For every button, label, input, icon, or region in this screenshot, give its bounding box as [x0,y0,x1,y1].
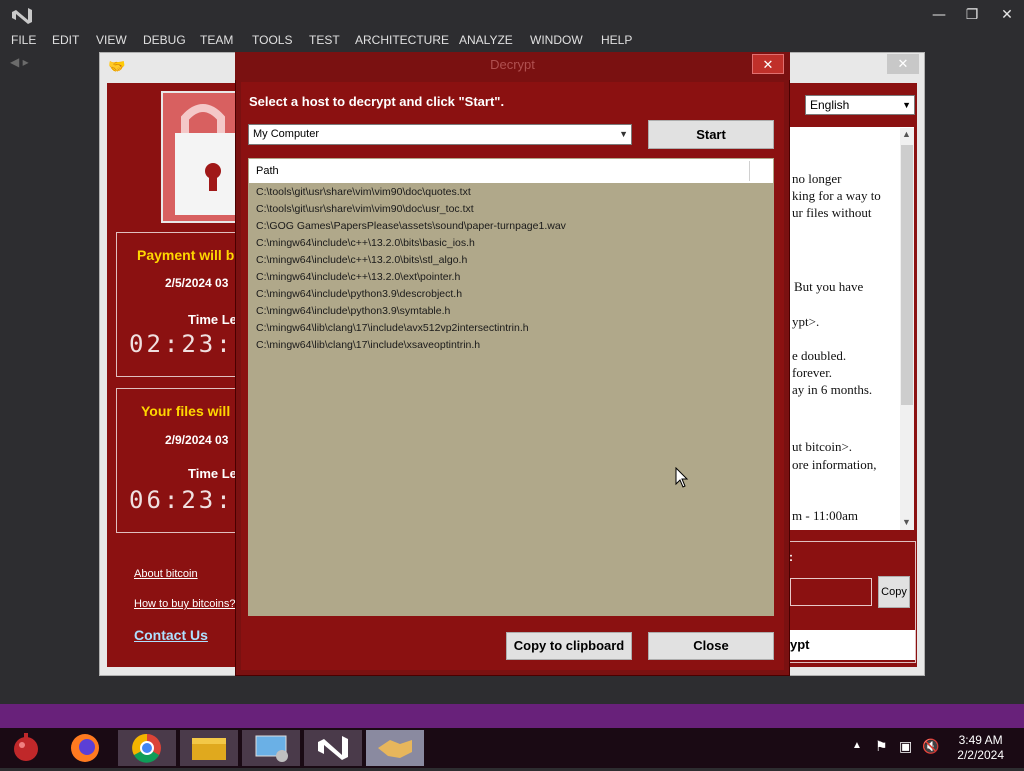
handshake-icon[interactable] [366,730,424,766]
message-line: ut bitcoin>. [792,439,853,454]
chrome-icon[interactable] [118,730,176,766]
time-left-label-2: Time Le [188,466,237,481]
files-title: Your files will [141,403,231,419]
vs-titlebar [0,0,1024,30]
message-line: m - 11:00am [792,508,858,523]
vs-statusbar [0,704,1024,728]
column-header-path[interactable]: Path [256,165,279,177]
list-header [249,159,773,183]
menu-test[interactable]: TEST [309,33,340,47]
file-row[interactable]: C:\GOG Games\PapersPlease\assets\sound\p… [256,220,566,232]
time-left-label: Time Le [188,312,237,327]
message-line: king for a way to [792,188,881,203]
control-panel-icon[interactable] [242,730,300,766]
contact-us-link[interactable]: Contact Us [134,627,208,643]
vs-toolbar: ◀ ▸ [10,55,100,75]
file-row[interactable]: C:\mingw64\include\c++\13.2.0\bits\stl_a… [256,254,467,266]
chevron-down-icon[interactable]: ▼ [902,517,911,527]
clock-date: 2/2/2024 [957,748,1004,762]
menu-help[interactable]: HELP [601,33,632,47]
files-countdown: 06:23:5 [129,486,252,514]
about-bitcoin-link[interactable]: About bitcoin [134,568,198,580]
file-row[interactable]: C:\mingw64\lib\clang\17\include\avx512vp… [256,322,529,334]
close-button[interactable]: Close [648,632,774,660]
scrollbar-thumb[interactable] [901,145,913,405]
bitcoin-address-field[interactable] [790,578,872,606]
message-line: ur files without [792,205,872,220]
flag-icon[interactable]: ⚑ [875,738,888,755]
volume-muted-icon[interactable]: 🔇 [922,738,939,755]
menu-edit[interactable]: EDIT [52,33,79,47]
dialog-close-button[interactable]: ✕ [752,54,784,74]
message-line: ypt>. [792,314,820,329]
chevron-up-icon[interactable]: ▲ [902,129,911,139]
chevron-up-icon[interactable]: ▲ [852,740,862,751]
payment-deadline: 2/5/2024 03 [165,276,229,290]
start-button[interactable]: Start [648,120,774,149]
language-value: English [810,98,850,112]
vs-menubar: FILE EDIT VIEW DEBUG TEAM TOOLS TEST ARC… [0,30,1024,52]
close-window-button[interactable]: ✕ [996,5,1018,25]
vs-logo-icon [12,8,32,24]
menu-window[interactable]: WINDOW [530,33,583,47]
lock-icon [161,91,245,223]
file-row[interactable]: C:\mingw64\include\python3.9\symtable.h [256,305,450,317]
restore-button[interactable]: ❐ [961,5,983,25]
visual-studio-icon[interactable] [304,730,362,766]
payment-title: Payment will b [137,247,235,263]
host-select[interactable]: My Computer ▼ [248,124,632,145]
file-row[interactable]: C:\mingw64\include\python3.9\descrobject… [256,288,462,300]
file-row[interactable]: C:\mingw64\include\c++\13.2.0\bits\basic… [256,237,475,249]
menu-debug[interactable]: DEBUG [143,33,186,47]
menu-team[interactable]: TEAM [200,33,233,47]
ransom-message: no longer king for a way to ur files wit… [790,127,914,530]
language-select[interactable]: English ▼ [805,95,915,115]
clock-time: 3:49 AM [958,733,1003,747]
decrypt-button[interactable]: ypt [790,630,915,660]
menu-view[interactable]: VIEW [96,33,127,47]
file-explorer-icon[interactable] [180,730,238,766]
minimize-button[interactable]: — [928,5,950,25]
ransom-close-button[interactable]: ✕ [887,54,919,74]
menu-tools[interactable]: TOOLS [252,33,292,47]
back-nav-icon[interactable]: ◀ [10,55,19,69]
dropdown-arrow-icon: ▼ [619,129,628,139]
dialog-title: Decrypt [490,57,535,72]
file-row[interactable]: C:\mingw64\include\c++\13.2.0\ext\pointe… [256,271,460,283]
message-line: e doubled. [792,348,847,363]
menu-analyze[interactable]: ANALYZE [459,33,513,47]
start-button[interactable] [0,730,52,766]
message-line: forever. [792,365,833,380]
forward-nav-icon[interactable]: ▸ [23,55,29,69]
handshake-icon: 🤝 [108,58,126,74]
taskbar: ▲ ⚑ ▣ 🔇 [0,728,1024,768]
menu-file[interactable]: FILE [11,33,36,47]
dropdown-arrow-icon: ▼ [902,100,911,110]
files-deadline: 2/9/2024 03 [165,433,229,447]
file-row[interactable]: C:\mingw64\lib\clang\17\include\xsaveopt… [256,339,480,351]
file-row[interactable]: C:\tools\git\usr\share\vim\vim90\doc\usr… [256,203,474,215]
how-to-buy-link[interactable]: How to buy bitcoins? [134,598,236,610]
message-line: ore information, [792,457,877,472]
dialog-instruction: Select a host to decrypt and click "Star… [249,94,505,109]
message-line: But you have [794,279,864,294]
host-value: My Computer [253,128,320,140]
copy-to-clipboard-button[interactable]: Copy to clipboard [506,632,632,660]
column-divider[interactable] [749,161,750,181]
message-line: ay in 6 months. [792,382,873,397]
copy-address-button[interactable]: Copy [878,576,910,608]
clock[interactable]: 3:49 AM 2/2/2024 [957,733,1004,763]
message-line: no longer [792,171,842,186]
network-icon[interactable]: ▣ [899,738,912,755]
menu-architecture[interactable]: ARCHITECTURE [355,33,449,47]
payment-countdown: 02:23:5 [129,330,252,358]
firefox-icon[interactable] [56,730,114,766]
cursor-icon [675,467,689,488]
file-row[interactable]: C:\tools\git\usr\share\vim\vim90\doc\quo… [256,186,471,198]
